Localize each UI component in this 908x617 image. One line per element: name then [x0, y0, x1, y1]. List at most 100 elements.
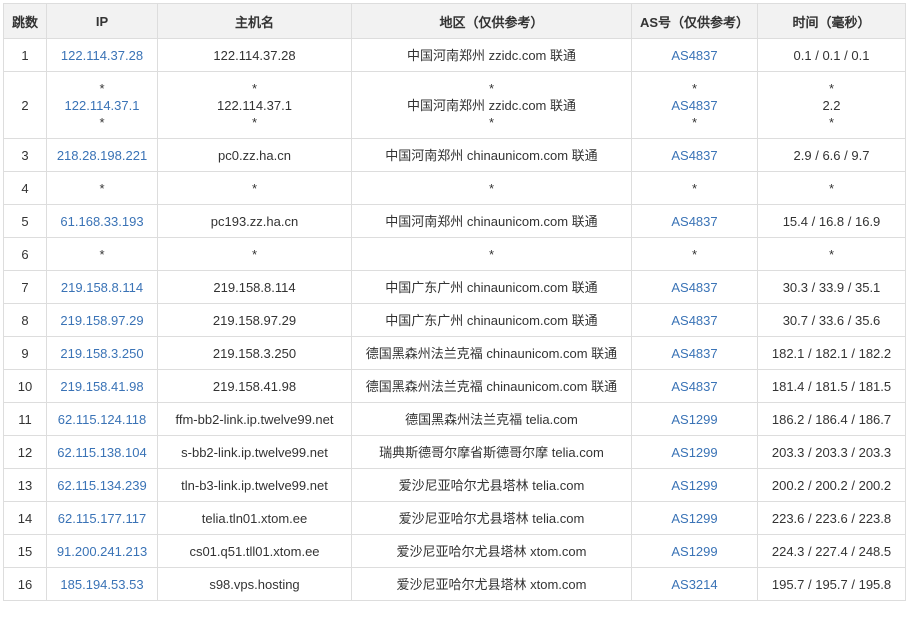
as-cell: AS4837 — [631, 270, 758, 304]
hostname-cell-text: cs01.q51.tll01.xtom.ee — [189, 543, 320, 559]
time-cell-text: 30.7 / 33.6 / 35.6 — [782, 312, 881, 328]
ip-cell: * 122.114.37.1 * — [46, 71, 158, 139]
no-response-marker: * — [488, 180, 495, 196]
ip-cell-content: * 122.114.37.1 * — [51, 80, 153, 131]
ip-cell: * — [46, 237, 158, 271]
ip-link[interactable]: 122.114.37.1 — [51, 97, 153, 114]
as-cell: AS1299 — [631, 468, 758, 502]
ip-cell-content: 62.115.138.104 — [51, 444, 153, 461]
hop-cell: 11 — [3, 402, 47, 436]
ip-link[interactable]: 62.115.124.118 — [51, 411, 153, 428]
as-cell-content: AS4837 — [636, 147, 753, 164]
time-cell-content: 30.7 / 33.6 / 35.6 — [762, 312, 901, 329]
as-cell: AS4837 — [631, 138, 758, 172]
as-link[interactable]: AS1299 — [636, 477, 753, 494]
header-hostname: 主机名 — [157, 3, 352, 39]
as-cell: AS3214 — [631, 567, 758, 601]
no-response-marker: * — [828, 80, 835, 96]
region-cell-content: * 中国河南郑州 zzidc.com 联通 * — [356, 80, 627, 131]
time-cell-content: 195.7 / 195.7 / 195.8 — [762, 576, 901, 593]
ip-cell: 218.28.198.221 — [46, 138, 158, 172]
time-cell-text: 0.1 / 0.1 / 0.1 — [793, 47, 870, 63]
time-cell-content: 224.3 / 227.4 / 248.5 — [762, 543, 901, 560]
region-cell-content: 中国河南郑州 chinaunicom.com 联通 — [356, 147, 627, 164]
table-row: 16 185.194.53.53 s98.vps.hosting 爱沙尼亚哈尔尤县塔林… — [3, 567, 906, 601]
hop-cell: 4 — [3, 171, 47, 205]
as-cell: AS4837 — [631, 369, 758, 403]
hostname-cell-content: pc193.zz.ha.cn — [162, 213, 347, 230]
as-link[interactable]: AS4837 — [636, 312, 753, 329]
as-link[interactable]: AS3214 — [636, 576, 753, 593]
ip-link[interactable]: 122.114.37.28 — [51, 47, 153, 64]
table-row: 8 219.158.97.29 219.158.97.29 中国广东广州 chinau… — [3, 303, 906, 337]
ip-cell-content: 62.115.177.117 — [51, 510, 153, 527]
as-cell-content: AS4837 — [636, 47, 753, 64]
ip-link[interactable]: 219.158.8.114 — [51, 279, 153, 296]
time-cell-content: 223.6 / 223.6 / 223.8 — [762, 510, 901, 527]
region-cell-text: 中国河南郑州 chinaunicom.com 联通 — [385, 213, 598, 229]
no-response-marker: * — [691, 80, 698, 96]
time-cell: 195.7 / 195.7 / 195.8 — [757, 567, 906, 601]
as-link[interactable]: AS4837 — [636, 47, 753, 64]
as-cell: AS4837 — [631, 303, 758, 337]
hostname-cell-text: 122.114.37.1 — [217, 97, 292, 113]
as-link[interactable]: AS4837 — [636, 213, 753, 230]
time-cell: 182.1 / 182.1 / 182.2 — [757, 336, 906, 370]
region-cell: 中国河南郑州 zzidc.com 联通 — [351, 38, 632, 72]
ip-link[interactable]: 91.200.241.213 — [51, 543, 153, 560]
ip-link[interactable]: 185.194.53.53 — [51, 576, 153, 593]
as-link[interactable]: AS4837 — [636, 378, 753, 395]
hostname-cell-content: 219.158.3.250 — [162, 345, 347, 362]
hostname-cell: s98.vps.hosting — [157, 567, 352, 601]
no-response-marker: * — [691, 114, 698, 130]
hostname-cell-content: cs01.q51.tll01.xtom.ee — [162, 543, 347, 560]
region-cell: 德国黑森州法兰克福 chinaunicom.com 联通 — [351, 369, 632, 403]
ip-cell: 219.158.97.29 — [46, 303, 158, 337]
as-link[interactable]: AS1299 — [636, 510, 753, 527]
region-cell-content: 德国黑森州法兰克福 telia.com — [356, 411, 627, 428]
as-cell: AS1299 — [631, 534, 758, 568]
hostname-cell-text: 219.158.3.250 — [212, 345, 297, 361]
time-cell: 30.7 / 33.6 / 35.6 — [757, 303, 906, 337]
time-cell-content: * — [762, 246, 901, 263]
hop-cell: 14 — [3, 501, 47, 535]
ip-link[interactable]: 61.168.33.193 — [51, 213, 153, 230]
as-link[interactable]: AS4837 — [636, 279, 753, 296]
region-cell: 瑞典斯德哥尔摩省斯德哥尔摩 telia.com — [351, 435, 632, 469]
time-cell-text: 186.2 / 186.4 / 186.7 — [771, 411, 892, 427]
hostname-cell-text: pc193.zz.ha.cn — [210, 213, 299, 229]
ip-link[interactable]: 62.115.138.104 — [51, 444, 153, 461]
ip-link[interactable]: 219.158.3.250 — [51, 345, 153, 362]
ip-link[interactable]: 219.158.41.98 — [51, 378, 153, 395]
as-link[interactable]: AS1299 — [636, 543, 753, 560]
ip-link[interactable]: 62.115.134.239 — [51, 477, 153, 494]
hostname-cell: s-bb2-link.ip.twelve99.net — [157, 435, 352, 469]
hostname-cell-text: 122.114.37.28 — [213, 47, 296, 63]
as-link[interactable]: AS1299 — [636, 444, 753, 461]
hostname-cell-content: * — [162, 246, 347, 263]
region-cell-text: 中国河南郑州 chinaunicom.com 联通 — [385, 147, 598, 163]
region-cell-text: 中国广东广州 chinaunicom.com 联通 — [385, 279, 598, 295]
header-time: 时间（毫秒） — [757, 3, 906, 39]
region-cell: 中国河南郑州 chinaunicom.com 联通 — [351, 138, 632, 172]
ip-link[interactable]: 218.28.198.221 — [51, 147, 153, 164]
table-row: 10 219.158.41.98 219.158.41.98 德国黑森州法兰克福 ch… — [3, 369, 906, 403]
as-link[interactable]: AS1299 — [636, 411, 753, 428]
time-cell: 0.1 / 0.1 / 0.1 — [757, 38, 906, 72]
as-cell: * — [631, 237, 758, 271]
ip-cell-content: 122.114.37.28 — [51, 47, 153, 64]
as-link[interactable]: AS4837 — [636, 345, 753, 362]
hostname-cell-text: pc0.zz.ha.cn — [218, 147, 291, 163]
hostname-cell-text: s98.vps.hosting — [209, 576, 300, 592]
ip-cell-content: 219.158.8.114 — [51, 279, 153, 296]
ip-link[interactable]: 219.158.97.29 — [51, 312, 153, 329]
time-cell-text: 181.4 / 181.5 / 181.5 — [771, 378, 892, 394]
hop-cell: 5 — [3, 204, 47, 238]
as-link[interactable]: AS4837 — [636, 147, 753, 164]
hop-cell: 8 — [3, 303, 47, 337]
region-cell: 爱沙尼亚哈尔尤县塔林 xtom.com — [351, 567, 632, 601]
as-cell-content: * — [636, 180, 753, 197]
ip-cell: 219.158.41.98 — [46, 369, 158, 403]
as-link[interactable]: AS4837 — [636, 97, 753, 114]
ip-link[interactable]: 62.115.177.117 — [51, 510, 153, 527]
